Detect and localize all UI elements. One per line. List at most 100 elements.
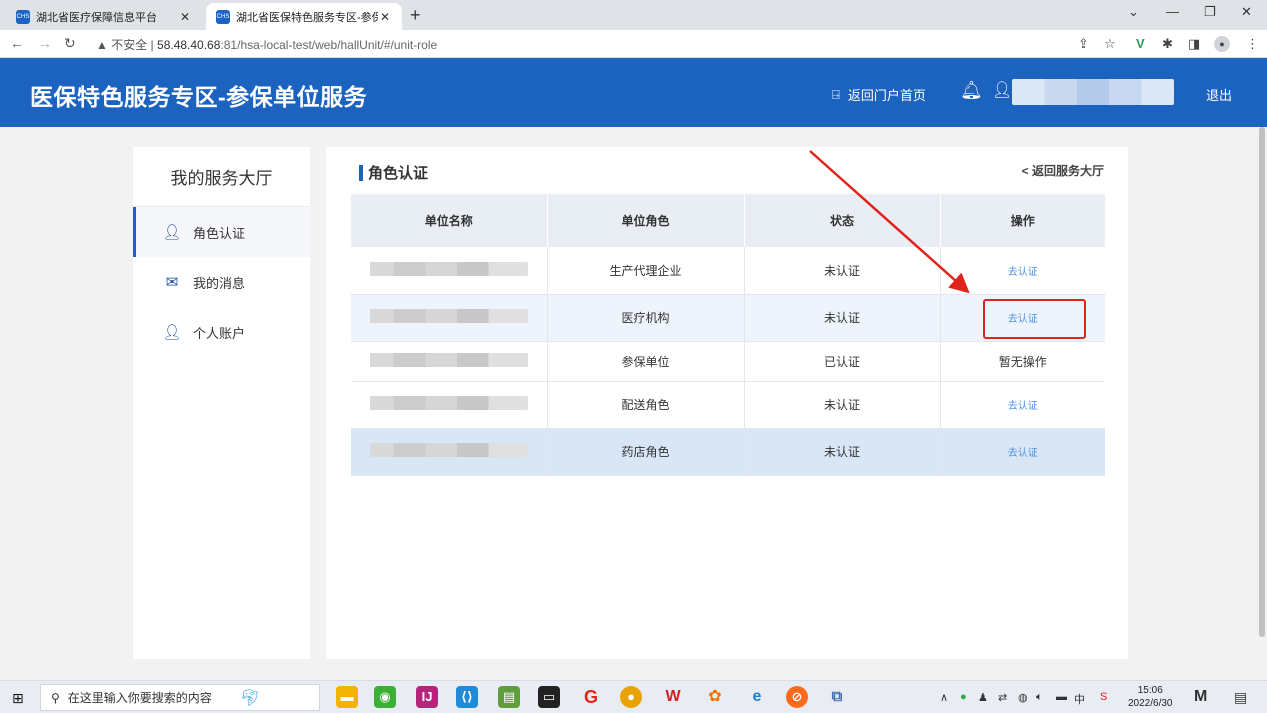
table-row: 生产代理企业 未认证 去认证 [351, 247, 1105, 295]
page-scrollbar[interactable] [1257, 127, 1267, 673]
tray-battery-icon[interactable]: ▬ [1056, 691, 1067, 703]
os-taskbar: ⊞ ⚲ 在这里输入你要搜索的内容 🐬︎ ▬ ◉ IJ ⟨⟩ ▤ ▭ G ● W … [0, 680, 1267, 713]
url-path: :81/hsa-local-test/web/hallUnit/#/unit-r… [220, 38, 438, 52]
certify-link[interactable]: 去认证 [1008, 267, 1038, 278]
extensions-puzzle-icon[interactable]: ✱ [1162, 36, 1173, 52]
action-cell: 去认证 [940, 381, 1105, 429]
vscode-icon[interactable]: ⟨⟩ [456, 686, 478, 708]
wps-icon[interactable]: W [662, 686, 684, 708]
column-header: 单位角色 [547, 194, 745, 247]
logout-button[interactable]: 退出 [1206, 85, 1232, 104]
tray-wechat-icon[interactable]: ● [960, 691, 967, 703]
git-client-icon[interactable]: G [580, 686, 602, 708]
exit-door-icon: ⍈ [832, 86, 840, 102]
intellij-icon[interactable]: IJ [416, 686, 438, 708]
search-banner-dolphin-icon: 🐬︎ [239, 689, 261, 707]
wechat-icon[interactable]: ◉ [374, 686, 396, 708]
table-row: 参保单位 已认证 暂无操作 [351, 341, 1105, 382]
notification-center-icon[interactable]: ▤ [1234, 689, 1247, 706]
chrome-icon[interactable]: ● [620, 686, 642, 708]
title-accent-bar [359, 164, 363, 181]
postman-icon[interactable]: ⊘ [786, 686, 808, 708]
taskbar-clock[interactable]: 15:06 2022/6/30 [1128, 684, 1173, 710]
clock-date: 2022/6/30 [1128, 698, 1173, 709]
tray-network-icon[interactable]: ⇄ [998, 691, 1007, 704]
certify-link[interactable]: 去认证 [1008, 314, 1038, 325]
tray-volume-icon[interactable]: 🔈︎ [1036, 691, 1043, 704]
taskbar-search[interactable]: ⚲ 在这里输入你要搜索的内容 🐬︎ [40, 684, 320, 711]
sidebar-item-label: 个人账户 [193, 325, 246, 341]
app-header: 医保特色服务专区-参保单位服务 ⍈ 返回门户首页 🔔︎ 👤︎ 退出 [0, 58, 1267, 127]
status-cell: 未认证 [744, 381, 941, 429]
envelope-icon: ✉ [165, 274, 179, 291]
sidebar-item-messages[interactable]: ✉ 我的消息 [133, 257, 310, 307]
new-tab-icon[interactable]: + [410, 5, 421, 26]
tray-m-app-icon[interactable]: M [1194, 688, 1207, 706]
bell-icon[interactable]: 🔔︎ [960, 80, 983, 101]
user-icon: 👤︎ [992, 82, 1013, 99]
back-portal-label: 返回门户首页 [847, 88, 926, 103]
sidebar-item-label: 角色认证 [193, 225, 246, 241]
table-header-row: 单位名称 单位角色 状态 操作 [351, 194, 1105, 247]
app-flower-icon[interactable]: ✿ [704, 686, 726, 708]
unit-role-cell: 医疗机构 [547, 294, 745, 342]
unit-role-cell: 药店角色 [547, 428, 745, 476]
status-cell: 未认证 [744, 247, 941, 295]
role-table: 单位名称 单位角色 状态 操作 生产代理企业 未认证 去认证 医疗机构 未认证 … [351, 194, 1105, 476]
reload-icon[interactable]: ↻ [64, 35, 76, 52]
unit-role-cell: 生产代理企业 [547, 247, 745, 295]
close-icon[interactable]: ✕ [178, 10, 192, 24]
remote-desktop-icon[interactable]: ⧉ [826, 686, 848, 708]
tab-search-chevron-icon[interactable]: ⌄ [1128, 4, 1139, 20]
profile-avatar-icon[interactable]: ● [1214, 36, 1230, 52]
certify-link[interactable]: 去认证 [1008, 448, 1038, 459]
bookmark-star-icon[interactable]: ☆ [1104, 36, 1116, 52]
tray-chevron-icon[interactable]: ∧ [940, 691, 948, 704]
ie-browser-icon[interactable]: e [746, 686, 768, 708]
unit-role-cell: 配送角色 [547, 381, 745, 429]
close-icon[interactable]: ✕ [378, 10, 392, 24]
action-cell: 去认证 [940, 294, 1105, 342]
restore-icon[interactable]: ❐ [1204, 4, 1216, 20]
sidebar-item-role-auth[interactable]: 👤︎ 角色认证 [133, 207, 310, 257]
certify-link[interactable]: 去认证 [1008, 401, 1038, 412]
share-icon[interactable]: ⇪ [1078, 36, 1089, 52]
url-host: 58.48.40.68 [157, 38, 221, 52]
table-row: 医疗机构 未认证 去认证 [351, 294, 1105, 342]
minimize-icon[interactable]: — [1166, 4, 1179, 19]
browser-menu-icon[interactable]: ⋮ [1246, 36, 1259, 52]
column-header: 操作 [940, 194, 1105, 247]
terminal-icon[interactable]: ▭ [538, 686, 560, 708]
username-redacted [1012, 79, 1174, 105]
column-header: 状态 [744, 194, 941, 247]
page-title: 医保特色服务专区-参保单位服务 [30, 84, 368, 110]
sidebar-item-account[interactable]: 👤︎ 个人账户 [133, 307, 310, 357]
side-panel-icon[interactable]: ◨ [1188, 36, 1200, 52]
tray-ime-icon[interactable]: 中 [1074, 691, 1085, 707]
scrollbar-thumb[interactable] [1259, 127, 1265, 637]
tray-sogou-icon[interactable]: S [1100, 691, 1107, 703]
address-bar: ← → ↻ ▲ 不安全 | 58.48.40.68:81/hsa-local-t… [0, 30, 1267, 58]
back-portal-link[interactable]: ⍈ 返回门户首页 [832, 85, 926, 104]
back-service-hall-link[interactable]: < 返回服务大厅 [1022, 162, 1104, 179]
section-title-text: 角色认证 [368, 165, 429, 182]
browser-tab-2[interactable]: CHS 湖北省医保特色服务专区-参保单 ✕ [206, 3, 402, 30]
file-explorer-icon[interactable]: ▬ [336, 686, 358, 708]
unit-name-redacted [351, 428, 548, 476]
browser-tab-1[interactable]: CHS 湖北省医疗保障信息平台 ✕ [6, 3, 202, 30]
forward-arrow-icon[interactable]: → [38, 35, 52, 51]
clock-time: 15:06 [1137, 685, 1163, 696]
windows-start-icon[interactable]: ⊞ [12, 690, 24, 707]
image-tool-icon[interactable]: ▤ [498, 686, 520, 708]
tray-qq-icon[interactable]: ♟ [978, 691, 988, 704]
back-arrow-icon[interactable]: ← [10, 35, 24, 51]
site-favicon-icon: CHS [16, 9, 30, 24]
tray-globe-icon[interactable]: ◍ [1018, 691, 1028, 704]
url-field[interactable]: ▲ 不安全 | 58.48.40.68:81/hsa-local-test/we… [96, 36, 437, 53]
user-badge-icon: 👤︎ [162, 224, 182, 241]
action-cell: 去认证 [940, 428, 1105, 476]
vue-devtools-icon[interactable]: V [1136, 36, 1145, 51]
security-warning: ▲ 不安全 | [96, 38, 154, 52]
window-close-icon[interactable]: ✕ [1241, 4, 1252, 20]
table-row: 配送角色 未认证 去认证 [351, 381, 1105, 429]
